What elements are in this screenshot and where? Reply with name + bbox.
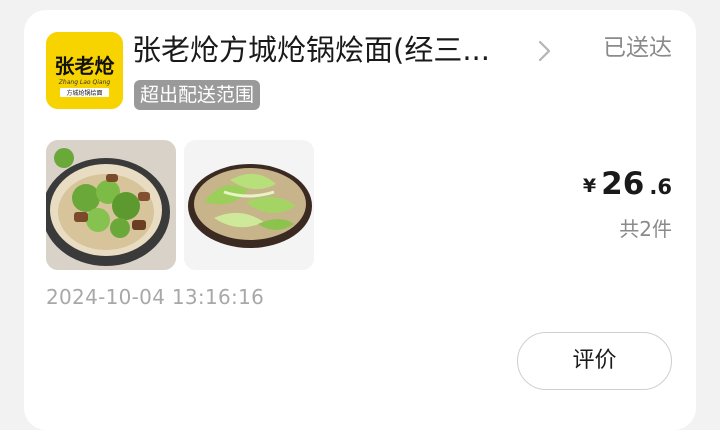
- price-decimal: .6: [649, 175, 672, 199]
- svg-text:Zhang Lao Qiang: Zhang Lao Qiang: [58, 79, 111, 86]
- svg-text:张老炝: 张老炝: [55, 54, 116, 78]
- review-button[interactable]: 评价: [517, 332, 672, 390]
- price-currency: ¥: [582, 175, 597, 197]
- store-logo[interactable]: 张老炝 Zhang Lao Qiang 方城炝锅烩面: [46, 32, 123, 109]
- svg-text:方城炝锅烩面: 方城炝锅烩面: [66, 89, 102, 97]
- delivery-range-tag: 超出配送范围: [134, 80, 261, 110]
- product-image-noodle-soup[interactable]: [46, 140, 176, 270]
- chevron-right-icon[interactable]: [534, 38, 556, 64]
- product-image-lettuce[interactable]: [184, 140, 314, 270]
- order-status: 已送达: [603, 35, 672, 61]
- order-card[interactable]: 张老炝 Zhang Lao Qiang 方城炝锅烩面 张老炝方城炝锅烩面(经三.…: [24, 10, 696, 430]
- order-price: ¥ 26 .6: [583, 166, 672, 202]
- order-time: 2024-10-04 13:16:16: [46, 285, 265, 309]
- price-integer: 26: [601, 166, 645, 202]
- item-count: 共2件: [619, 217, 672, 241]
- store-name[interactable]: 张老炝方城炝锅烩面(经三...: [132, 30, 512, 70]
